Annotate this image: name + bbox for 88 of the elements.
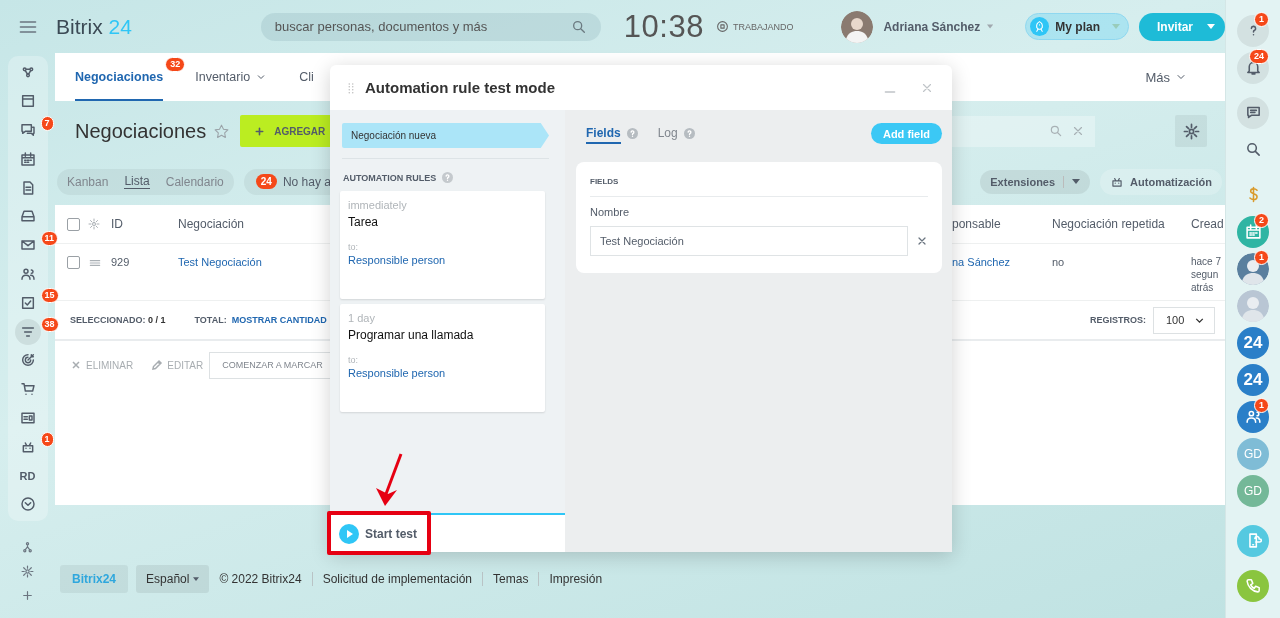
nav-initials[interactable]: RD (17, 467, 38, 484)
caret-icon (1072, 179, 1081, 184)
section-heading: FIELDS (590, 177, 928, 197)
footer-link[interactable]: Solicitud de implementación (311, 572, 473, 586)
rule-card[interactable]: immediately Tarea to: Responsible person (340, 191, 545, 299)
plan-button[interactable]: My plan (1025, 13, 1129, 40)
footer-link[interactable]: Temas (482, 572, 529, 586)
filter-icon[interactable] (14, 318, 41, 345)
calendar-icon[interactable] (1237, 215, 1269, 248)
rule-to-label: to: (348, 242, 359, 252)
show-count-link[interactable]: MOSTRAR CANTIDAD (231, 315, 327, 325)
rule-delay: 1 day (348, 312, 376, 324)
chat-logo[interactable]: 24 (1237, 326, 1269, 359)
total-label: TOTAL: (194, 315, 227, 325)
count-badge: 15 (40, 288, 59, 304)
mobile-cloud-icon[interactable] (1237, 524, 1269, 557)
avatar[interactable] (841, 10, 874, 43)
view-tab[interactable]: Lista (124, 174, 150, 189)
rule-to-label: to: (348, 355, 359, 365)
count-badge: 24 (255, 174, 277, 189)
tab[interactable]: Log (657, 123, 678, 144)
chat-logo[interactable]: 24 (1237, 363, 1269, 396)
caret-icon (193, 577, 200, 581)
count-badge: 1 (40, 432, 54, 448)
name-field[interactable]: Test Negociación (590, 226, 908, 256)
tab[interactable]: Inventario (195, 53, 268, 101)
selection-count: SELECCIONADO: 0 / 1 (70, 315, 166, 325)
checkbox[interactable] (67, 256, 80, 269)
clock: 10:38 (623, 8, 704, 45)
close-icon[interactable] (916, 235, 928, 247)
logo[interactable]: Bitrix 24 (56, 14, 132, 39)
section-heading: AUTOMATION RULES (343, 172, 437, 183)
count-badge: 11 (40, 230, 58, 246)
settings-icon (1182, 122, 1200, 140)
work-status[interactable]: TRABAJANDO (732, 21, 794, 32)
count-badge: 32 (165, 57, 186, 72)
copyright: © 2022 Bitrix24 (219, 572, 302, 586)
play-icon (339, 523, 359, 544)
column-header[interactable]: Cread (1191, 217, 1225, 231)
count-badge: 38 (40, 317, 59, 333)
tab[interactable]: Negociaciones (75, 53, 164, 101)
checkbox[interactable] (67, 217, 80, 231)
table-cell-text: 929 (111, 256, 131, 268)
column-header[interactable]: ID (111, 217, 178, 231)
search-icon (570, 18, 587, 35)
caret-icon (1207, 24, 1215, 29)
count-badge: 1 (1254, 12, 1269, 27)
star-icon[interactable] (213, 122, 231, 140)
rule-title: Programar una llamada (348, 328, 475, 342)
close-icon (70, 359, 82, 371)
phone-icon[interactable] (1237, 569, 1269, 602)
person-link[interactable]: na Sánchez (952, 256, 1052, 268)
tab[interactable]: Fields (586, 123, 621, 144)
plus-icon (254, 125, 266, 137)
count-badge: 24 (1249, 49, 1269, 64)
recipient-link[interactable]: Responsible person (348, 367, 537, 379)
rule-delay: immediately (348, 199, 408, 211)
dialog-title: Automation rule test mode (365, 79, 555, 96)
page-title: Negociaciones (75, 119, 207, 143)
search-icon (1049, 124, 1063, 138)
settings-button[interactable] (1175, 115, 1207, 147)
extensions-button[interactable]: Extensiones (980, 169, 1091, 194)
close-icon (1071, 124, 1085, 138)
language-select[interactable]: Español (136, 565, 210, 593)
count-badge: 7 (40, 115, 54, 131)
rule-card[interactable]: 1 day Programar una llamada to: Responsible person (340, 304, 545, 412)
user-name[interactable]: Adriana Sánchez (883, 19, 981, 34)
tab[interactable]: Cli (299, 53, 314, 101)
start-test-button[interactable]: Start test (339, 523, 417, 544)
rule-title: Tarea (348, 215, 380, 229)
more-tab[interactable]: Más (1145, 53, 1187, 101)
table-cell-text: hace 7 segun atrás (1191, 255, 1223, 294)
pencil-icon (151, 359, 164, 371)
column-header[interactable]: ponsable (952, 217, 1052, 231)
page-size-label: REGISTROS: (1090, 315, 1146, 325)
settings-icon[interactable] (18, 562, 37, 581)
page-size-select[interactable]: 100 (1153, 306, 1215, 334)
column-header[interactable]: Negociación repetida (1052, 217, 1191, 231)
automation-button[interactable]: Automatización (1100, 168, 1222, 195)
recipient-link[interactable]: Responsible person (348, 254, 537, 266)
footer-link[interactable]: Impresión (538, 572, 603, 586)
stage-chevron[interactable]: Negociación nueva (342, 123, 549, 148)
table-cell-text: no (1052, 256, 1066, 268)
settings-icon[interactable] (88, 218, 100, 230)
caret-icon (1112, 24, 1120, 29)
caret-icon (987, 24, 994, 29)
field-label: Nombre (590, 206, 631, 218)
chat-icon[interactable] (1237, 96, 1269, 129)
